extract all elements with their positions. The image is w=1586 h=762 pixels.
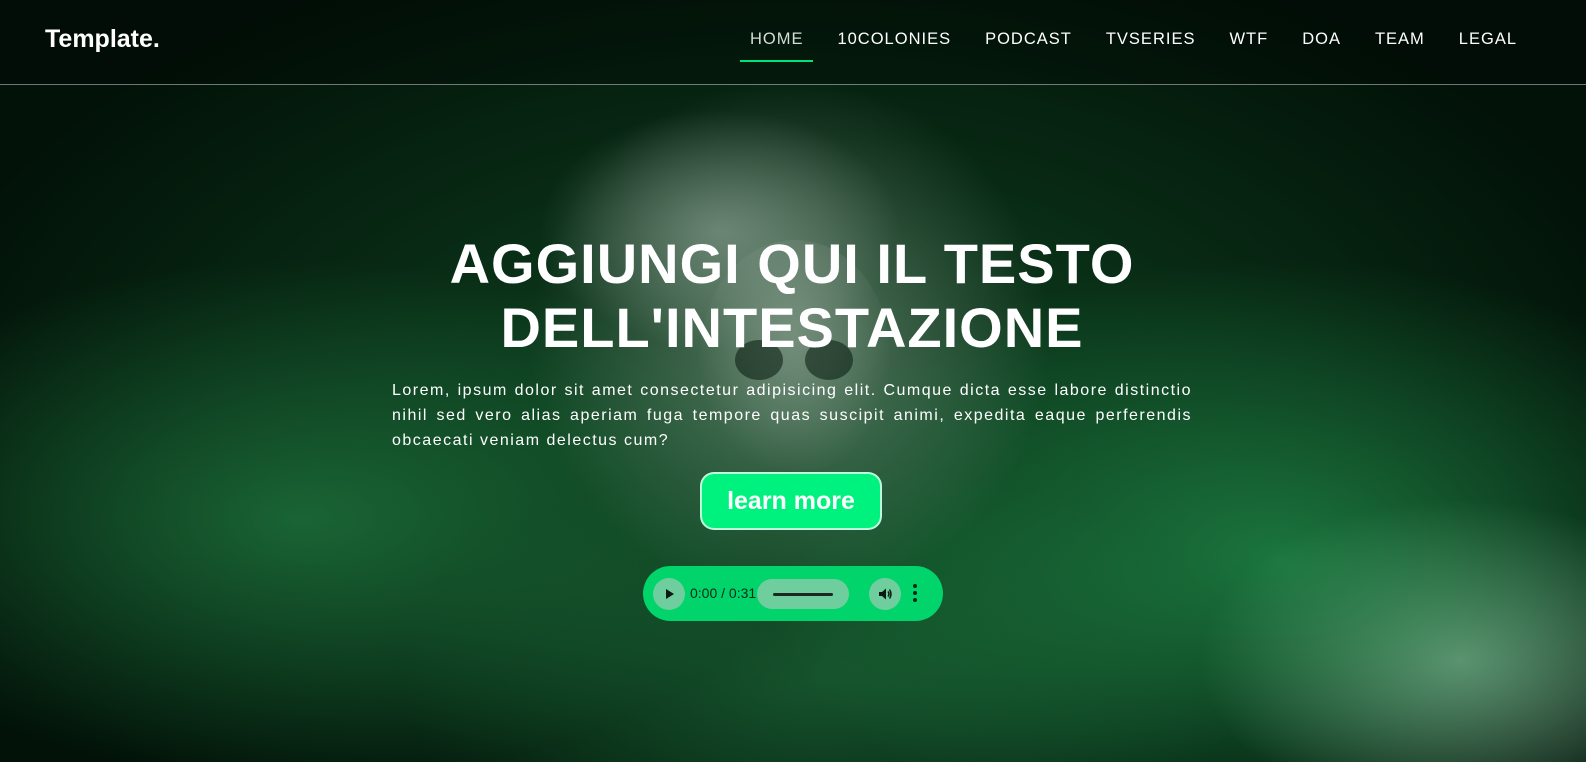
audio-player: 0:00 / 0:31	[643, 566, 943, 621]
audio-seek-slider[interactable]	[757, 579, 849, 609]
nav-item-10colonies[interactable]: 10COLONIES	[820, 28, 968, 62]
nav-item-home[interactable]: HOME	[733, 28, 821, 62]
hero-section: AGGIUNGI QUI IL TESTO DELL'INTESTAZIONE …	[392, 232, 1192, 453]
learn-more-button[interactable]: learn more	[700, 472, 882, 530]
brand-logo[interactable]: Template.	[45, 25, 160, 54]
nav-item-wtf[interactable]: WTF	[1212, 28, 1285, 62]
more-vertical-icon[interactable]	[911, 582, 919, 604]
volume-icon	[879, 588, 892, 600]
page: Template. HOME 10COLONIES PODCAST TVSERI…	[0, 0, 1586, 762]
hero-title: AGGIUNGI QUI IL TESTO DELL'INTESTAZIONE	[449, 232, 1135, 359]
play-button[interactable]	[653, 578, 685, 610]
nav-item-legal[interactable]: LEGAL	[1442, 28, 1534, 62]
hero-text: Lorem, ipsum dolor sit amet consectetur …	[392, 382, 1192, 449]
audio-time: 0:00 / 0:31	[690, 585, 757, 601]
nav-item-tvseries[interactable]: TVSERIES	[1089, 28, 1213, 62]
volume-button[interactable]	[869, 578, 901, 610]
main-nav: HOME 10COLONIES PODCAST TVSERIES WTF DOA…	[733, 28, 1534, 62]
nav-item-podcast[interactable]: PODCAST	[968, 28, 1089, 62]
play-icon	[666, 589, 674, 599]
navbar: Template. HOME 10COLONIES PODCAST TVSERI…	[0, 0, 1586, 85]
nav-item-team[interactable]: TEAM	[1358, 28, 1442, 62]
seek-track	[773, 593, 833, 596]
nav-item-doa[interactable]: DOA	[1285, 28, 1358, 62]
